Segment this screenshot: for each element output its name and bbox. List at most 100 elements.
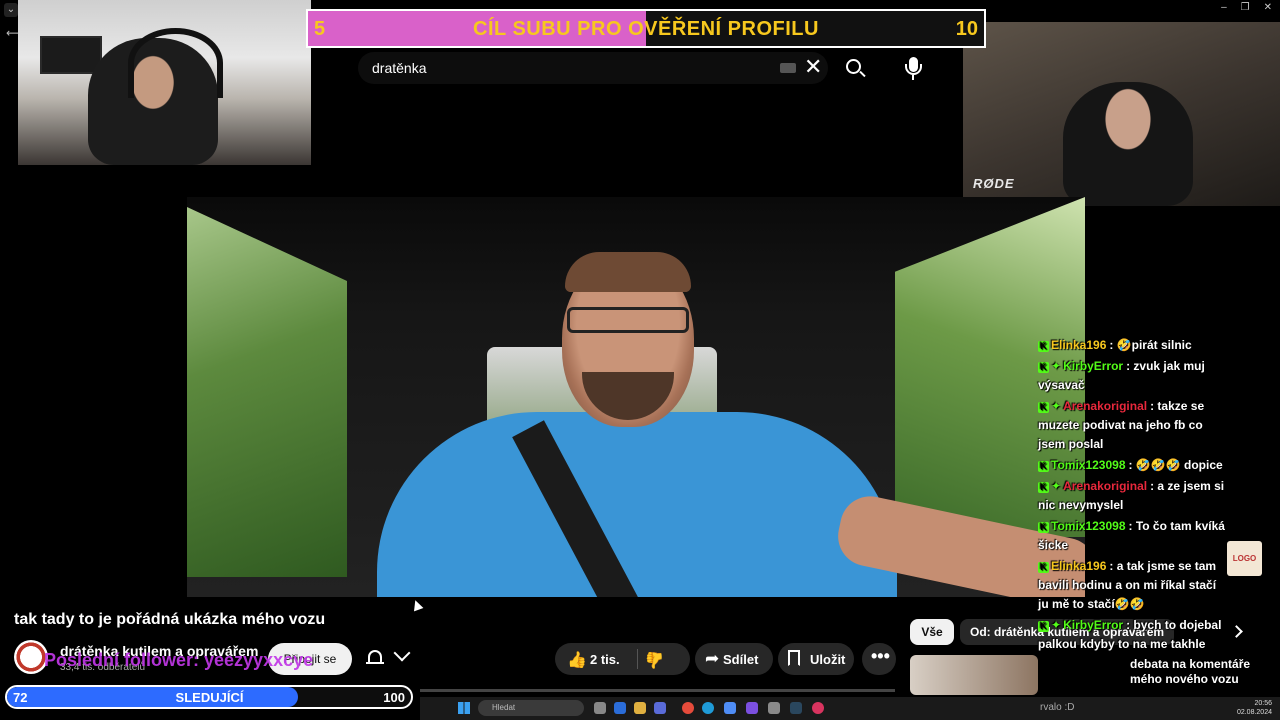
- chat-message: K Tomix123098: To čo tam kvíká šicke: [1038, 517, 1228, 555]
- driver-glasses: [567, 307, 689, 333]
- windows-start-icon[interactable]: [458, 702, 470, 714]
- window-menu-icon[interactable]: ⌄: [4, 3, 18, 17]
- mouse-cursor: [410, 598, 424, 612]
- sub-goal-title: CÍL SUBU PRO OVĚŘENÍ PROFILU: [473, 18, 819, 40]
- kick-badge-icon: K: [1038, 562, 1049, 573]
- chat-message: K Elinka196: 🤣pirát silnic: [1038, 336, 1228, 355]
- followers-goal-target: 100: [383, 690, 405, 705]
- search-box: ✕: [358, 52, 828, 84]
- voice-search-button[interactable]: [897, 52, 929, 84]
- chat-message: K Tomix123098: 🤣🤣🤣 dopice: [1038, 456, 1228, 475]
- video-title: tak tady to je pořádná ukázka mého vozu: [14, 611, 326, 628]
- app-icon[interactable]: [768, 702, 780, 714]
- recommended-thumbnail[interactable]: [910, 655, 1038, 695]
- bookmark-icon: [788, 650, 800, 666]
- like-dislike-group: 👍 2 tis. 👍: [555, 643, 690, 675]
- video-progress-bar[interactable]: [420, 689, 895, 692]
- chevron-right-icon[interactable]: [1230, 625, 1243, 638]
- taskbar: Hledat rvalo :D 20:56 02.08.2024: [420, 697, 1280, 720]
- driver-hair: [565, 252, 691, 292]
- driver-shirt: [377, 412, 897, 597]
- sparkle-badge-icon: ✦: [1051, 399, 1062, 413]
- followers-goal-label: SLEDUJÍCÍ: [175, 690, 244, 705]
- more-actions-button[interactable]: •••: [862, 643, 896, 675]
- chat-message: K ✦ Arenakoriginal: takze se muzete podiva…: [1038, 397, 1228, 454]
- share-label: Sdílet: [723, 652, 759, 667]
- app-icon[interactable]: [746, 702, 758, 714]
- like-count[interactable]: 2 tis.: [590, 652, 620, 667]
- steam-icon[interactable]: [790, 702, 802, 714]
- clock-date: 02.08.2024: [1236, 709, 1272, 716]
- keyboard-icon[interactable]: [780, 63, 796, 73]
- chat-username[interactable]: KirbyError: [1063, 359, 1123, 373]
- chat-username[interactable]: KirbyError: [1063, 618, 1123, 632]
- share-icon: ➦: [705, 649, 720, 668]
- sparkle-badge-icon: ✦: [1051, 479, 1062, 493]
- chat-message: K Elinka196: a tak jsme se tam bavili hod…: [1038, 557, 1228, 614]
- task-view-icon[interactable]: [594, 702, 606, 714]
- chat-text: : 🤣🤣🤣 dopice: [1128, 458, 1223, 472]
- window-controls: – ❐ ✕: [1221, 2, 1272, 13]
- video-player[interactable]: [187, 197, 1085, 597]
- sparkle-badge-icon: ✦: [1051, 359, 1062, 373]
- channel-avatar[interactable]: [14, 640, 48, 674]
- dislike-icon[interactable]: 👍: [645, 650, 665, 670]
- channel-logo: LOGO: [1227, 541, 1262, 576]
- clear-search-icon[interactable]: ✕: [804, 56, 822, 78]
- sub-goal-bar: 5 CÍL SUBU PRO OVĚŘENÍ PROFILU 10: [306, 9, 986, 48]
- chat-message: K ✦ KirbyError: zvuk jak muj výsavač: [1038, 357, 1228, 395]
- kick-badge-icon: K: [1038, 482, 1049, 493]
- mic-brand-logo: RØDE: [973, 176, 1015, 191]
- streamer-right: [1063, 82, 1193, 206]
- kick-badge-icon: K: [1038, 621, 1049, 632]
- kick-badge-icon: K: [1038, 341, 1049, 352]
- taskbar-user: rvalo :D: [1040, 702, 1075, 713]
- background-tv: [40, 36, 102, 74]
- chat-username[interactable]: Tomix123098: [1051, 458, 1126, 472]
- car-window-left: [187, 207, 347, 577]
- minimize-icon[interactable]: –: [1221, 2, 1227, 13]
- chrome-icon[interactable]: [682, 702, 694, 714]
- save-button[interactable]: Uložit: [778, 643, 854, 675]
- sub-goal-end: 10: [955, 18, 978, 40]
- app-icon[interactable]: [614, 702, 626, 714]
- chip-all[interactable]: Vše: [910, 619, 954, 645]
- chat-username[interactable]: Tomix123098: [1051, 519, 1126, 533]
- chat-text: : 🤣pirát silnic: [1109, 338, 1192, 352]
- sparkle-badge-icon: ✦: [1051, 618, 1062, 632]
- like-icon[interactable]: 👍: [567, 650, 587, 670]
- chevron-down-icon[interactable]: [393, 644, 411, 662]
- chat-username[interactable]: Arenakoriginal: [1063, 399, 1147, 413]
- webcam-right: RØDE: [963, 22, 1280, 206]
- app-icon[interactable]: [812, 702, 824, 714]
- recommended-title[interactable]: debata na komentáře mého nového vozu: [1130, 657, 1280, 687]
- chat-overlay: K Elinka196: 🤣pirát silnic K ✦ KirbyError: z…: [1038, 336, 1228, 656]
- kick-badge-icon: K: [1038, 461, 1049, 472]
- taskbar-search[interactable]: Hledat: [478, 700, 584, 716]
- clock[interactable]: 20:56 02.08.2024: [1237, 699, 1272, 717]
- search-input[interactable]: [372, 60, 752, 76]
- app-icon[interactable]: [724, 702, 736, 714]
- headset: [128, 28, 223, 98]
- notification-bell-icon[interactable]: [366, 648, 384, 666]
- app-icon[interactable]: [654, 702, 666, 714]
- clock-time: 20:56: [1254, 700, 1272, 707]
- close-window-icon[interactable]: ✕: [1264, 2, 1272, 13]
- edge-icon[interactable]: [702, 702, 714, 714]
- chat-username[interactable]: Arenakoriginal: [1063, 479, 1147, 493]
- chat-message: K ✦ KirbyError: bych to dojebal palkou kdy…: [1038, 616, 1228, 654]
- save-label: Uložit: [810, 652, 846, 667]
- chat-message: K ✦ Arenakoriginal: a ze jsem si nic nevym…: [1038, 477, 1228, 515]
- chat-username[interactable]: Elinka196: [1051, 338, 1106, 352]
- chat-username[interactable]: Elinka196: [1051, 559, 1106, 573]
- restore-icon[interactable]: ❐: [1241, 2, 1250, 13]
- last-follower-overlay: Poslední follower: yeezyyxxcye: [44, 650, 314, 670]
- more-icon: •••: [871, 646, 890, 666]
- followers-goal-bar: 72 SLEDUJÍCÍ 100: [5, 685, 413, 709]
- search-button[interactable]: [836, 52, 874, 84]
- share-button[interactable]: ➦ Sdílet: [695, 643, 773, 675]
- folder-icon[interactable]: [634, 702, 646, 714]
- kick-badge-icon: K: [1038, 402, 1049, 413]
- kick-badge-icon: K: [1038, 362, 1049, 373]
- kick-badge-icon: K: [1038, 522, 1049, 533]
